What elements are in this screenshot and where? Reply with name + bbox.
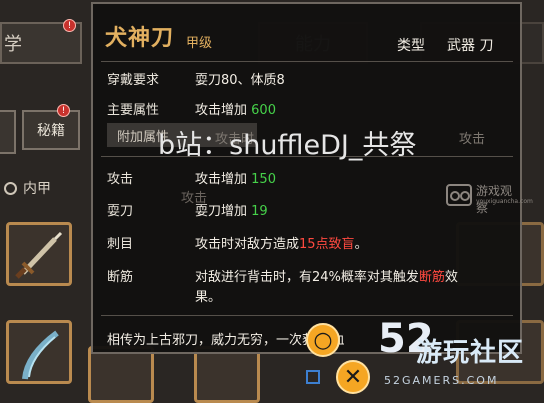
effect-highlight: 15点致盲 [299,237,355,252]
effect-text: 。 [354,237,368,252]
site-name: 游玩社区 [416,338,525,368]
notification-badge: ! [63,19,76,32]
effect-highlight: 断筋 [418,270,445,285]
stat-value-attack: 攻击增加 150 [195,168,276,187]
effect-value-stab: 攻击时对敌方造成15点致盲。 [195,233,368,252]
secret-manual-button[interactable]: 秘籍 [22,110,80,150]
effect-text: 效 [444,270,458,285]
effect-text: 攻击时对敌方造成 [195,237,300,252]
effect-label-sever: 断筋 [107,270,134,285]
stat-text: 攻击增加 [195,172,248,187]
effect-label-stab: 刺目 [107,237,134,252]
sword-icon [15,231,63,279]
item-slot[interactable] [6,320,72,384]
cross-icon: ✕ [336,360,370,394]
main-attr-text: 攻击增加 [195,103,248,118]
main-attr-value: 攻击增加 600 [195,99,276,118]
armor-filter-label: 内甲 [23,181,51,197]
effect-value-sever-line2: 果。 [195,290,222,305]
tab-martial-arts-label: 学 [4,34,22,55]
item-name: 犬神刀 [105,26,175,51]
divider [101,315,513,316]
item-type-label: 类型 [397,38,425,54]
gamepad-icon [446,184,472,206]
notification-badge: ! [57,104,70,117]
side-button[interactable] [0,110,16,154]
requirement-value: 耍刀80、体质8 [195,73,285,88]
divider [101,61,513,62]
effect-text: 对敌进行背击时，有24%概率对其触发 [195,270,419,285]
stat-label-blade: 耍刀 [107,204,134,219]
secret-manual-label: 秘籍 [37,123,65,139]
square-icon [306,370,320,384]
item-grade: 甲级 [186,36,213,51]
stat-label-attack: 攻击 [107,172,134,187]
item-slot[interactable] [6,222,72,286]
youxi-watermark: 游戏观察 youxiguancha.com [446,180,533,220]
bleed-text: 攻击 [459,132,486,147]
item-tooltip: 犬神刀 甲级 类型 武器 刀 穿戴要求 耍刀80、体质8 主要属性 攻击增加 6… [91,2,522,354]
stat-text: 耍刀增加 [195,204,248,219]
requirement-label: 穿戴要求 [107,73,160,88]
site-url: 52GAMERS.COM [384,374,499,387]
radio-icon[interactable] [4,181,17,195]
stat-number: 150 [251,172,276,187]
item-type-value: 武器 刀 [447,38,494,54]
effect-value-sever: 对敌进行背击时，有24%概率对其触发断筋效 [195,266,458,285]
bilibili-watermark: b站：shuffleDJ_共祭 [158,130,417,161]
youxi-url: youxiguancha.com [476,198,533,205]
main-attr-number: 600 [251,103,276,118]
curved-blade-icon [22,330,59,380]
52gamers-watermark: ○ ✕ 52 游玩社区 52GAMERS.COM [302,316,544,403]
stat-value-blade: 耍刀增加 19 [195,200,268,219]
stat-number: 19 [251,204,268,219]
circle-icon: ○ [306,323,340,357]
armor-filter[interactable]: 内甲 [4,178,51,198]
item-slot[interactable] [88,346,154,403]
item-slot[interactable] [194,346,260,403]
main-attr-label: 主要属性 [107,103,160,118]
